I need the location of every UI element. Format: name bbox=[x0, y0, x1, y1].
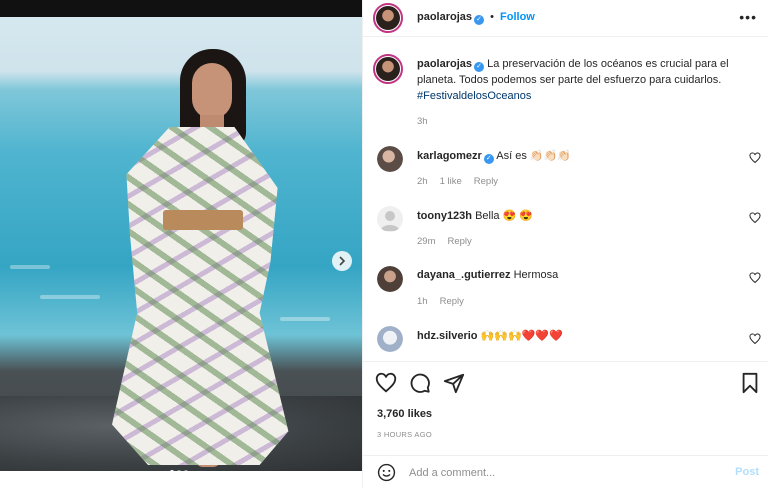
comment-text: Así es bbox=[496, 150, 527, 162]
post-caption: paolarojas ✓ La preservación de los océan… bbox=[417, 56, 747, 130]
emoji-smiley-icon[interactable] bbox=[377, 463, 396, 482]
verified-badge-icon: ✓ bbox=[474, 15, 485, 25]
comment-time: 2h bbox=[417, 176, 428, 187]
comment-emojis: 👏🏻👏🏻👏🏻 bbox=[529, 150, 571, 162]
comment-likes-count[interactable]: 1 like bbox=[440, 176, 462, 187]
reply-button[interactable]: Reply bbox=[440, 296, 464, 307]
comment-item: dayana_.gutierrez Hermosa 1h Reply bbox=[363, 266, 768, 316]
caption-time: 3h bbox=[417, 116, 428, 127]
comment-item: karlagomezr ✓ Así es 👏🏻👏🏻👏🏻 2h 1 like Rep… bbox=[363, 146, 768, 196]
author-avatar[interactable] bbox=[373, 3, 403, 33]
header-user-line: paolarojas ✓ • Follow bbox=[417, 11, 535, 25]
add-comment-bar: Post bbox=[363, 455, 768, 488]
reply-button[interactable]: Reply bbox=[447, 236, 471, 247]
comment-input[interactable] bbox=[409, 464, 709, 482]
chevron-right-icon bbox=[339, 256, 346, 266]
comment-meta: 2h 1 like Reply bbox=[417, 176, 498, 187]
commenter-username[interactable]: dayana_.gutierrez bbox=[417, 269, 511, 281]
comment-item: hdz.silverio 🙌🙌🙌❤️❤️❤️ bbox=[363, 326, 768, 360]
post-header: paolarojas ✓ • Follow ••• bbox=[363, 0, 768, 37]
caption-username[interactable]: paolarojas bbox=[417, 58, 472, 70]
save-bookmark-icon[interactable] bbox=[739, 372, 761, 394]
share-paper-plane-icon[interactable] bbox=[443, 372, 465, 394]
comment-text-line: karlagomezr ✓ Así es 👏🏻👏🏻👏🏻 bbox=[417, 149, 571, 164]
heart-outline-icon[interactable] bbox=[749, 272, 761, 284]
commenter-username[interactable]: hdz.silverio bbox=[417, 330, 478, 342]
commenter-username[interactable]: toony123h bbox=[417, 210, 472, 222]
heart-outline-icon[interactable] bbox=[749, 333, 761, 345]
comment-emojis: 🙌🙌🙌❤️❤️❤️ bbox=[480, 330, 563, 342]
comment-item: toony123h Bella 😍 😍 29m Reply bbox=[363, 206, 768, 256]
comment-text-line: dayana_.gutierrez Hermosa bbox=[417, 269, 558, 281]
comment-bubble-icon[interactable] bbox=[409, 372, 431, 394]
verified-badge-icon: ✓ bbox=[483, 154, 494, 164]
commenter-avatar[interactable] bbox=[377, 326, 403, 352]
default-user-icon bbox=[380, 211, 400, 231]
like-heart-icon[interactable] bbox=[375, 372, 397, 394]
heart-outline-icon[interactable] bbox=[749, 152, 761, 164]
post-timestamp: 3 HOURS AGO bbox=[377, 430, 432, 439]
commenter-username[interactable]: karlagomezr bbox=[417, 150, 482, 162]
avatar-image bbox=[377, 266, 403, 292]
likes-count[interactable]: 3,760 likes bbox=[377, 408, 432, 420]
figure-face bbox=[192, 63, 232, 119]
post-image[interactable] bbox=[0, 17, 362, 471]
commenter-avatar[interactable] bbox=[377, 146, 403, 172]
post-side-panel: paolarojas ✓ • Follow ••• paolarojas ✓ La … bbox=[362, 0, 768, 488]
verified-badge-icon: ✓ bbox=[474, 62, 485, 72]
author-username[interactable]: paolarojas bbox=[417, 11, 472, 23]
comments-scroll-area[interactable]: paolarojas ✓ La preservación de los océan… bbox=[363, 38, 768, 360]
caption-hashtag[interactable]: #FestivaldelosOceanos bbox=[417, 90, 531, 102]
top-bar bbox=[0, 0, 362, 17]
comment-meta: 1h Reply bbox=[417, 296, 464, 307]
avatar-image bbox=[376, 57, 400, 81]
figure-dress bbox=[112, 127, 289, 465]
comment-text-line: hdz.silverio 🙌🙌🙌❤️❤️❤️ bbox=[417, 329, 563, 342]
commenter-avatar[interactable] bbox=[377, 206, 403, 232]
wave bbox=[10, 265, 50, 269]
figure-belt bbox=[163, 210, 243, 230]
comment-emojis: 😍 😍 bbox=[502, 210, 534, 222]
more-options-icon[interactable]: ••• bbox=[739, 9, 757, 25]
heart-outline-icon[interactable] bbox=[749, 212, 761, 224]
separator-dot: • bbox=[490, 11, 494, 23]
wave bbox=[40, 295, 100, 299]
reply-button[interactable]: Reply bbox=[474, 176, 498, 187]
carousel-next-button[interactable] bbox=[332, 251, 352, 271]
caption-author-avatar[interactable] bbox=[373, 54, 403, 84]
follow-button[interactable]: Follow bbox=[500, 11, 535, 23]
avatar-image bbox=[377, 146, 403, 172]
wave bbox=[280, 317, 330, 321]
comment-text-line: toony123h Bella 😍 😍 bbox=[417, 209, 533, 222]
avatar-image bbox=[376, 6, 400, 30]
post-comment-button[interactable]: Post bbox=[735, 466, 759, 478]
comment-time: 29m bbox=[417, 236, 436, 247]
comment-meta: 29m Reply bbox=[417, 236, 472, 247]
comment-text: Hermosa bbox=[513, 269, 559, 281]
photo-bottom-margin bbox=[0, 471, 362, 488]
post-actions: 3,760 likes 3 HOURS AGO bbox=[363, 361, 768, 441]
comment-time: 1h bbox=[417, 296, 428, 307]
avatar-image bbox=[377, 326, 403, 352]
commenter-avatar[interactable] bbox=[377, 266, 403, 292]
comment-text: Bella bbox=[475, 210, 500, 222]
